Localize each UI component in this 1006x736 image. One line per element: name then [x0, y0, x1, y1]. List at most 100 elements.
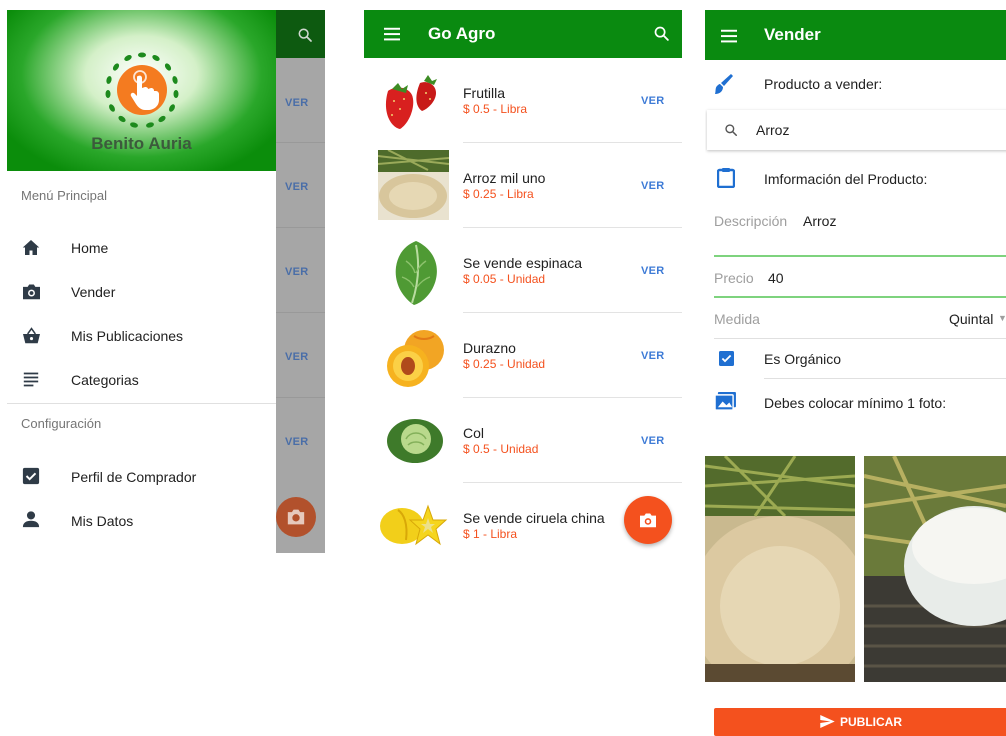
- measure-label: Medida: [714, 311, 760, 327]
- dimmed-fab: [276, 497, 316, 537]
- sell-screen: Vender Producto a vender: Arroz Imformac…: [705, 10, 1006, 736]
- camera-fab[interactable]: [624, 496, 672, 544]
- divider: [7, 403, 276, 404]
- basket-icon: [23, 327, 40, 344]
- chevron-down-icon: ▼: [998, 313, 1006, 323]
- ver-link: VER: [285, 436, 309, 448]
- item-price: $ 0.25 - Unidad: [463, 357, 546, 371]
- price-value: 40: [768, 270, 784, 286]
- divider: [276, 312, 325, 313]
- list-item[interactable]: Se vende espinaca $ 0.05 - Unidad VER: [364, 235, 682, 315]
- item-price: $ 0.05 - Unidad: [463, 272, 546, 286]
- menu-icon[interactable]: [384, 27, 400, 41]
- description-field[interactable]: Descripción Arroz: [714, 206, 1006, 258]
- organic-label: Es Orgánico: [764, 351, 842, 367]
- measure-value: Quintal: [949, 311, 994, 327]
- starfruit-image: [380, 504, 448, 546]
- product-list-screen: Go Agro Frutilla $ 0.5 - Libra VER Arroz…: [364, 10, 682, 563]
- divider: [463, 227, 682, 228]
- description-label: Descripción: [714, 213, 788, 229]
- menu-item-vender[interactable]: Vender: [7, 276, 276, 308]
- camera-icon: [287, 509, 305, 525]
- item-title: Frutilla: [463, 85, 506, 101]
- menu-item-categorias[interactable]: Categorias: [7, 364, 276, 396]
- list-icon: [23, 372, 39, 387]
- drawer-header: Benito Auria: [7, 10, 276, 171]
- product-info-label: Imformación del Producto:: [764, 171, 928, 187]
- publish-label: PUBLICAR: [840, 715, 902, 729]
- menu-item-mis-publicaciones[interactable]: Mis Publicaciones: [7, 320, 276, 352]
- ver-link: VER: [285, 97, 309, 109]
- ver-link: VER: [285, 351, 309, 363]
- dimmed-list-background: VER VER VER VER VER: [276, 10, 325, 553]
- ver-button[interactable]: VER: [641, 180, 665, 192]
- camera-icon: [23, 284, 40, 300]
- list-item[interactable]: Col $ 0.5 - Unidad VER: [364, 405, 682, 485]
- camera-icon: [640, 513, 656, 528]
- photo-thumbnail[interactable]: [864, 456, 1006, 682]
- divider: [463, 397, 682, 398]
- organic-checkbox-row[interactable]: Es Orgánico: [705, 346, 1006, 380]
- product-search-bar[interactable]: Arroz: [707, 110, 1006, 150]
- list-item[interactable]: Arroz mil uno $ 0.25 - Libra VER: [364, 150, 682, 230]
- ver-button[interactable]: VER: [641, 95, 665, 107]
- item-title: Arroz mil uno: [463, 170, 546, 186]
- menu-item-label: Categorias: [71, 372, 139, 388]
- navigation-drawer: Benito Auria Menú Principal Home Vender …: [7, 10, 276, 553]
- image-gallery-icon: [715, 392, 736, 411]
- app-bar: Vender: [705, 10, 1006, 60]
- field-underline: [714, 338, 1006, 339]
- person-icon: [22, 511, 40, 528]
- section-label-config: Configuración: [21, 416, 102, 431]
- rice-bowl-photo: [864, 456, 1006, 682]
- field-underline: [714, 296, 1006, 298]
- menu-item-perfil-comprador[interactable]: Perfil de Comprador: [7, 460, 276, 492]
- section-label-main: Menú Principal: [21, 188, 107, 203]
- app-bar: Go Agro: [364, 10, 682, 58]
- item-price: $ 0.25 - Libra: [463, 187, 534, 201]
- menu-icon[interactable]: [721, 29, 737, 43]
- menu-item-mis-datos[interactable]: Mis Datos: [7, 504, 276, 536]
- screen-title: Vender: [764, 25, 821, 44]
- menu-item-label: Mis Publicaciones: [71, 328, 184, 344]
- measure-select[interactable]: Medida Quintal ▼: [714, 307, 1006, 341]
- list-item[interactable]: Durazno $ 0.25 - Unidad VER: [364, 320, 682, 400]
- product-to-sell-label: Producto a vender:: [764, 76, 883, 92]
- price-field[interactable]: Precio 40: [714, 265, 1006, 300]
- cabbage-image: [387, 419, 443, 463]
- brush-icon: [715, 74, 733, 94]
- ver-link: VER: [285, 266, 309, 278]
- publish-button[interactable]: PUBLICAR: [714, 708, 1006, 736]
- checkbox-icon: [22, 467, 40, 485]
- item-title: Se vende ciruela china: [463, 510, 605, 526]
- checkbox-checked-icon[interactable]: [719, 351, 734, 366]
- send-icon: [820, 715, 835, 728]
- spinach-image: [395, 241, 437, 305]
- price-label: Precio: [714, 270, 754, 286]
- item-price: $ 0.5 - Unidad: [463, 442, 539, 456]
- clipboard-icon: [717, 168, 735, 188]
- item-title: Col: [463, 425, 485, 441]
- menu-item-home[interactable]: Home: [7, 232, 276, 264]
- item-title: Se vende espinaca: [463, 255, 583, 271]
- ver-button[interactable]: VER: [641, 265, 665, 277]
- description-value: Arroz: [803, 213, 837, 229]
- divider: [764, 378, 1006, 379]
- user-name: Benito Auria: [91, 134, 192, 153]
- photo-thumbnail[interactable]: [705, 456, 855, 682]
- divider: [463, 142, 682, 143]
- menu-item-label: Perfil de Comprador: [71, 469, 197, 485]
- menu-item-label: Home: [71, 240, 109, 256]
- search-icon[interactable]: [653, 25, 670, 42]
- rice-pile-photo: [705, 456, 855, 682]
- ver-button[interactable]: VER: [641, 435, 665, 447]
- divider: [276, 227, 325, 228]
- list-item[interactable]: Frutilla $ 0.5 - Libra VER: [364, 65, 682, 145]
- app-title: Go Agro: [428, 24, 496, 43]
- ver-button[interactable]: VER: [641, 350, 665, 362]
- item-price: $ 0.5 - Libra: [463, 102, 528, 116]
- photo-requirement-label: Debes colocar mínimo 1 foto:: [764, 395, 947, 411]
- divider: [276, 397, 325, 398]
- strawberry-image: [385, 75, 437, 129]
- ver-link: VER: [285, 181, 309, 193]
